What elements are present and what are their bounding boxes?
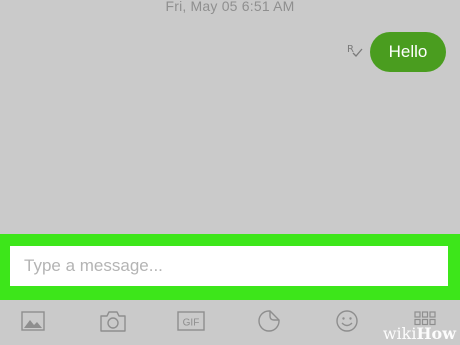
chat-screen: Fri, May 05 6:51 AM R Hello Type a messa… <box>0 0 460 345</box>
message-timestamp: Fri, May 05 6:51 AM <box>165 0 295 14</box>
message-input[interactable] <box>22 255 436 277</box>
gallery-icon <box>18 309 48 333</box>
camera-icon <box>97 308 129 334</box>
attachment-toolbar: GIF wikiHow <box>0 300 460 345</box>
sticker-button[interactable] <box>254 308 284 334</box>
wikihow-watermark: wikiHow <box>382 324 456 343</box>
read-receipt-icon: R <box>346 41 364 59</box>
gif-button[interactable]: GIF <box>176 308 206 334</box>
gallery-button[interactable] <box>18 308 48 334</box>
emoji-icon <box>333 308 361 334</box>
emoji-button[interactable] <box>332 308 362 334</box>
message-composer[interactable] <box>10 246 448 286</box>
message-row: R Hello <box>346 32 446 72</box>
outgoing-message-bubble[interactable]: Hello <box>370 32 446 72</box>
camera-button[interactable] <box>98 308 128 334</box>
gif-icon: GIF <box>176 309 206 333</box>
sticker-icon <box>255 308 283 334</box>
svg-text:GIF: GIF <box>183 318 200 329</box>
